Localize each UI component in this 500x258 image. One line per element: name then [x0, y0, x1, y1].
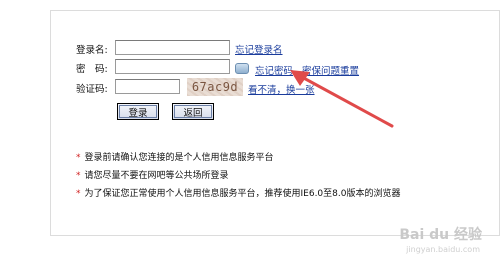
annotation-arrow-icon: [290, 70, 394, 128]
watermark-logo: Bai du 经验: [399, 227, 482, 243]
watermark-url: jingyan.baidu.com: [406, 245, 480, 254]
